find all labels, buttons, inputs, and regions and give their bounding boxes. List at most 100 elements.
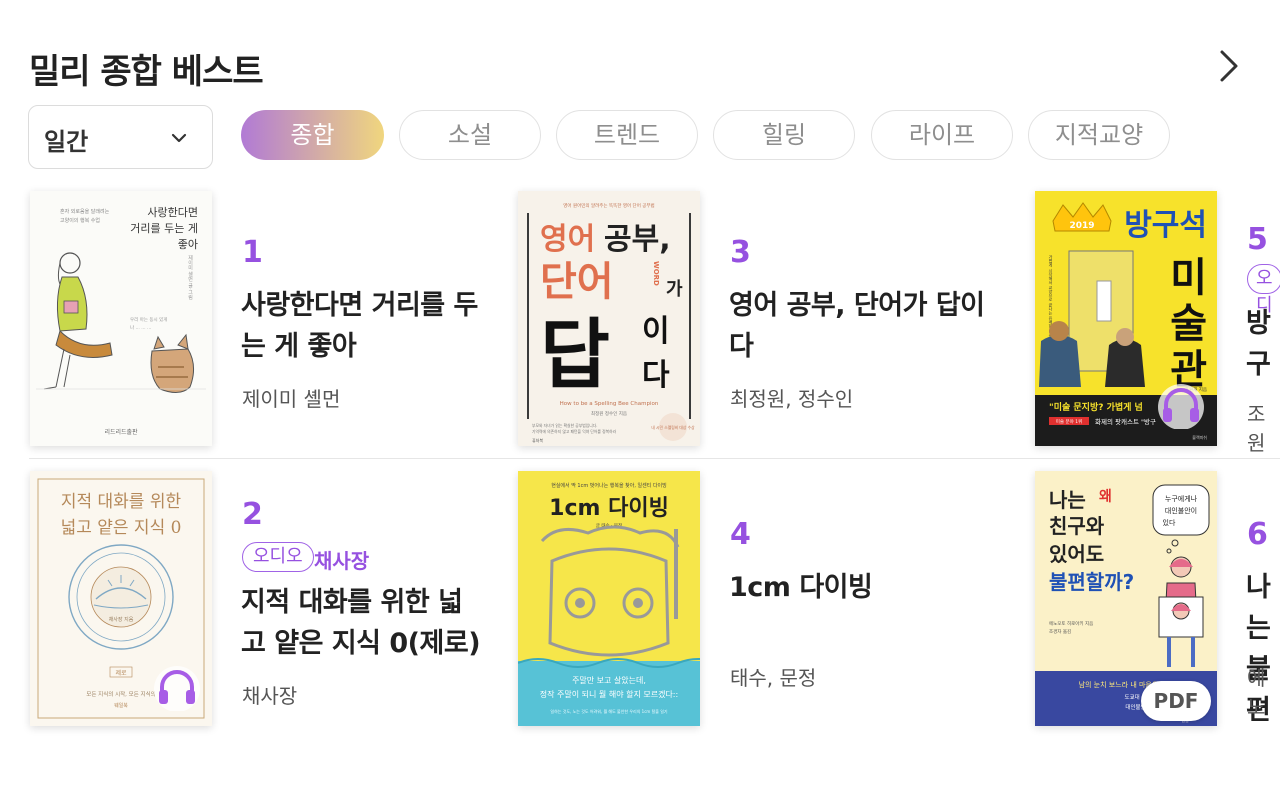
cover-3-word: WORD	[652, 261, 660, 286]
book-cover-2[interactable]: 지적 대화를 위한 넓고 얕은 지식 0 채사장 지음 제로 모든 지식의 시작…	[30, 471, 212, 726]
cover-2-author-small: 채사장 지음	[109, 616, 134, 623]
cover-3-big-4: 가	[666, 279, 683, 300]
cover-5-title-1: 방구석	[1124, 208, 1207, 243]
cover-5-bottom-1: "미술 문지방? 가볍게 넘	[1049, 401, 1143, 413]
row-divider	[29, 458, 1280, 459]
book-title-4[interactable]: 1cm 다이빙	[729, 567, 873, 608]
cover-3-big-1: 영어	[540, 222, 595, 257]
period-select[interactable]: 일간	[28, 105, 213, 169]
cover-3-big-3: 단어	[540, 259, 614, 305]
cover-4-bottom-2: 정작 주말이 되니 뭘 해야 할지 모르겠다::	[540, 689, 678, 699]
cover-1-title-2: 거리를 두는 게	[130, 222, 198, 235]
book-title-6-line-1: 나는	[1246, 572, 1271, 644]
cover-3-top: 영어 원어민의 알려주는 똑똑한 영어 단어 공부법	[563, 202, 654, 209]
cover-3-big-6: 이	[642, 314, 670, 349]
cover-3-stamp: 내 시민 스펠링비 대상 수상	[651, 425, 695, 430]
book-author-6: 에노	[1247, 666, 1266, 719]
period-select-value: 일간	[44, 128, 89, 156]
cover-1-title-1: 사랑한다면	[147, 206, 198, 219]
cover-5-title-2-a: 미	[1170, 255, 1207, 301]
cover-3-art: 영어 원어민의 알려주는 똑똑한 영어 단어 공부법 영어 공부, 단어 WOR…	[527, 202, 695, 443]
cover-6-title-1: 나는	[1049, 488, 1086, 512]
book-title-2[interactable]: 지적 대화를 위한 넓 고 얕은 지식 0(제로)	[241, 582, 481, 664]
cover-5-bottom-2: 화제의 팟캐스트 "방구	[1095, 417, 1156, 426]
audio-badge: 오디	[1247, 264, 1280, 316]
headphone-icon	[154, 666, 200, 711]
cover-1-small-2: 나 ... ... ...	[130, 324, 151, 331]
cover-6-bubble-2: 대인불안이	[1165, 506, 1197, 515]
cover-4-bottom-3: 일하는 것도, 노는 것도 어려워, 뭘 해도 불안한 우리의 1cm 탈출 일…	[550, 708, 667, 714]
book-cover-6[interactable]: 나는 왜 친구와 있어도 불편할까? 누구에게나 대인불안이 있다 에노모토 히…	[1035, 471, 1217, 726]
chevron-down-icon	[171, 133, 187, 143]
narrator-name: 채사장	[314, 549, 370, 573]
cover-6-bubble-3: 있다	[1163, 518, 1176, 527]
book-title-1-line-1: 사랑한다면 거리를 두	[241, 290, 478, 321]
book-title-2-line-2: 고 얕은 지식 0(제로)	[241, 628, 481, 659]
book-author-1: 제이미 셸먼	[242, 387, 341, 411]
book-cover-1[interactable]: 혼자 외로움을 달래려는 고양이의 행복 수업 사랑한다면 거리를 두는 게 좋…	[30, 191, 212, 446]
cover-6-authors-1: 에노모토 히로아키 지음	[1049, 620, 1093, 627]
cover-2-tag: 제로	[115, 669, 127, 677]
book-title-1-line-2: 는 게 좋아	[241, 331, 357, 362]
cover-6-title-3: 있어도	[1049, 542, 1104, 566]
book-rank-3: 3	[730, 235, 751, 270]
cover-6-title-4: 불편할까?	[1049, 570, 1134, 594]
book-rank-4: 4	[730, 517, 751, 552]
book-title-3[interactable]: 영어 공부, 단어가 답이 다	[729, 285, 985, 367]
cover-3-authors: 최정원 정수인 지음	[591, 410, 627, 417]
cover-6-authors-2: 조경자 옮김	[1049, 628, 1071, 635]
cover-1-title-3: 좋아	[178, 238, 198, 251]
cover-1-blurb-1: 혼자 외로움을 달래려는	[60, 208, 110, 215]
cover-3-big-2: 공부,	[604, 222, 671, 257]
cover-5-bottom-tag: 미술 분야 1위	[1056, 418, 1082, 425]
book-title-2-line-1: 지적 대화를 위한 넓	[241, 587, 463, 618]
cover-2-title-2: 넓고 얕은 지식 0	[61, 518, 182, 538]
category-chip-novel[interactable]: 소설	[399, 110, 541, 160]
cover-3-english: How to be a Spelling Bee Champion	[560, 401, 659, 407]
book-author-2: 채사장	[242, 684, 298, 708]
book-cover-5[interactable]: 2019 방구석 미 술 관 가볍게 시작해서 교양으로 끝나는 유쾌한 미술 …	[1035, 191, 1217, 446]
cover-2-sub-2: 웨일북	[114, 702, 128, 709]
book-title-3-line-2: 다	[729, 331, 754, 362]
category-chip-trend[interactable]: 트렌드	[556, 110, 698, 160]
book-author-5: 조원	[1247, 402, 1266, 455]
cover-4-bottom-1: 주말만 보고 살았는데,	[572, 675, 646, 685]
cover-2-title-1: 지적 대화를 위한	[61, 492, 182, 512]
category-chip-healing[interactable]: 힐링	[713, 110, 855, 160]
cover-4-title: 1cm 다이빙	[549, 496, 669, 521]
chevron-right-icon[interactable]	[1212, 48, 1244, 84]
cover-1-author: 제이미 셸먼 글·그림	[187, 254, 193, 300]
book-title-5-line-1: 방구	[1246, 308, 1271, 380]
cover-3-note-2: 기억력에 의존하지 않고 패턴을 익혀 단어를 정복하라	[532, 429, 617, 434]
book-rank-1: 1	[242, 235, 263, 270]
book-cover-3[interactable]: 영어 원어민의 알려주는 똑똑한 영어 단어 공부법 영어 공부, 단어 WOR…	[518, 191, 700, 446]
cover-1-art: 혼자 외로움을 달래려는 고양이의 행복 수업 사랑한다면 거리를 두는 게 좋…	[36, 206, 206, 436]
audio-badge: 오디오	[242, 542, 314, 572]
pdf-badge: PDF	[1141, 681, 1211, 721]
book-title-3-line-1: 영어 공부, 단어가 답이	[729, 290, 985, 321]
book-author-4: 태수, 문정	[730, 666, 817, 690]
category-chip-total[interactable]: 종합	[241, 110, 384, 160]
page-title: 밀리 종합 베스트	[29, 52, 264, 92]
cover-6-title-2: 친구와	[1049, 514, 1105, 538]
category-chip-life[interactable]: 라이프	[871, 110, 1013, 160]
cover-4-art: 현실에서 딱 1cm 벗어나는 행복을 찾아, 일센티 다이빙 1cm 다이빙 …	[518, 482, 700, 726]
cover-5-year: 2019	[1069, 221, 1094, 231]
cover-3-big-7: 다	[642, 358, 670, 393]
book-cover-4[interactable]: 현실에서 딱 1cm 벗어나는 행복을 찾아, 일센티 다이빙 1cm 다이빙 …	[518, 471, 700, 726]
category-chip-knowledge[interactable]: 지적교양	[1028, 110, 1170, 160]
book-title-1[interactable]: 사랑한다면 거리를 두 는 게 좋아	[241, 285, 478, 367]
cover-3-note-1: 부모와 자녀가 읽는 확실한 공부법입니다.	[532, 423, 597, 428]
book-title-4-line-1: 1cm 다이빙	[729, 572, 873, 603]
cover-1-blurb-2: 고양이의 행복 수업	[60, 217, 100, 224]
book-title-5[interactable]: 방구	[1246, 303, 1280, 385]
cover-2-sub-1: 모든 지식의 시작, 모든 지식의	[86, 690, 155, 698]
book-rank-5: 5	[1247, 222, 1268, 257]
cover-3-publisher: 퓨처북	[532, 437, 543, 443]
cover-6-title-1b: 왜	[1099, 489, 1112, 505]
cover-1-publisher: 리드리드출판	[104, 428, 138, 436]
headphone-icon	[1158, 384, 1204, 429]
cover-4-top: 현실에서 딱 1cm 벗어나는 행복을 찾아, 일센티 다이빙	[551, 482, 667, 489]
cover-5-title-2-b: 술	[1170, 301, 1207, 347]
cover-1-small-1: 우리 아는 동시 있게	[130, 316, 167, 323]
